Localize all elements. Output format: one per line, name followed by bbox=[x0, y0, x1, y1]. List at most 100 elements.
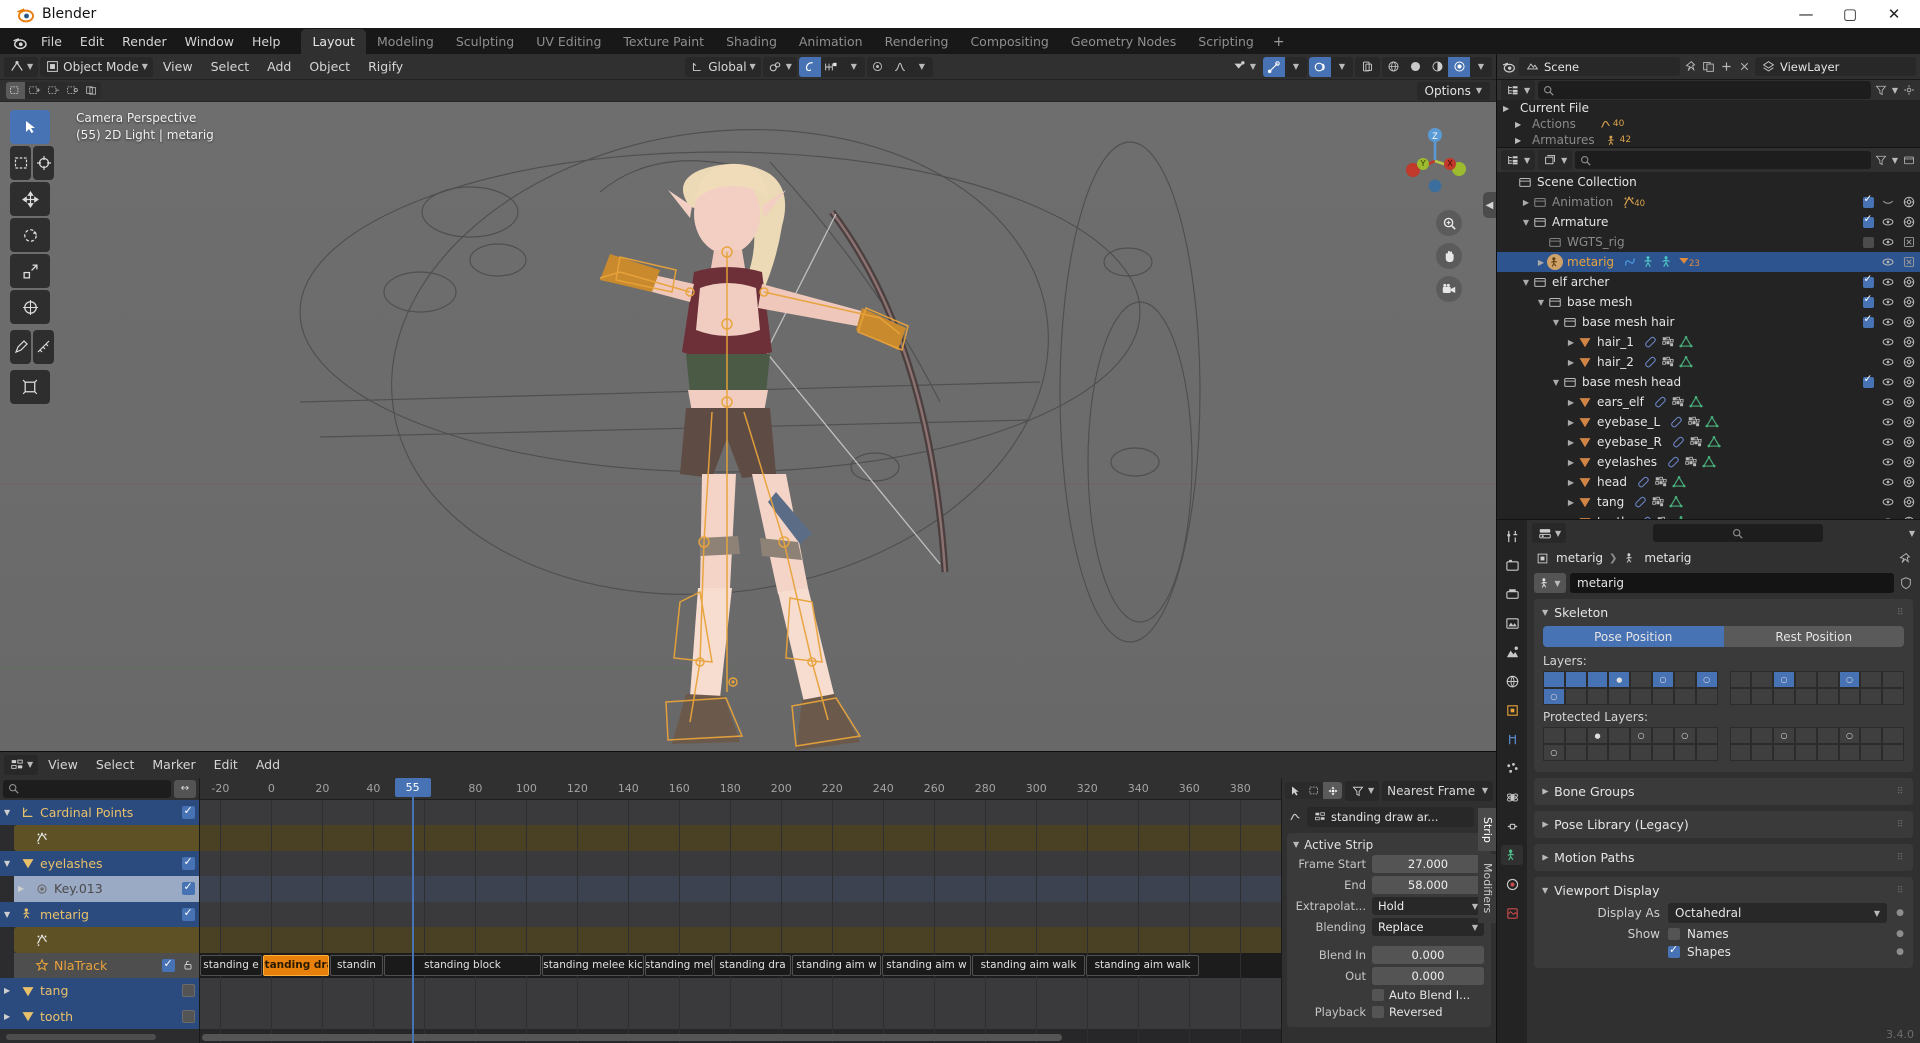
protected-layer-cell[interactable] bbox=[1729, 727, 1752, 744]
tool-rotate[interactable] bbox=[10, 218, 50, 252]
camera-icon[interactable] bbox=[1902, 295, 1916, 309]
expand-triangle-icon[interactable]: ▶ bbox=[1565, 498, 1577, 507]
expand-triangle-icon[interactable]: ▶ bbox=[4, 986, 15, 995]
mesh-data-icon[interactable] bbox=[1661, 335, 1675, 349]
outliner-row[interactable]: Scene Collection bbox=[1497, 172, 1920, 192]
strip-prop-field[interactable]: Hold ▼ bbox=[1372, 897, 1484, 915]
pin-id-icon[interactable] bbox=[1897, 551, 1912, 566]
nla-strip[interactable]: standing aim walk bbox=[972, 954, 1085, 976]
editor-type-selector[interactable]: ▼ bbox=[4, 56, 39, 77]
add-workspace-button[interactable]: + bbox=[1265, 30, 1293, 54]
protected-layer-cell[interactable] bbox=[1608, 727, 1631, 744]
viewport-nav-gizmo[interactable]: Z Y X bbox=[1398, 124, 1472, 198]
nla-menu-edit[interactable]: Edit bbox=[206, 755, 246, 775]
bone-layer-cell[interactable] bbox=[1816, 671, 1839, 688]
exclude-checkbox[interactable] bbox=[1863, 213, 1874, 228]
outliner-row[interactable]: ▶ ears_elf bbox=[1497, 392, 1920, 412]
camera-icon[interactable] bbox=[1902, 215, 1916, 229]
nla-snapping-selector[interactable]: Nearest Frame ▼ bbox=[1382, 780, 1493, 801]
eye-icon[interactable] bbox=[1881, 495, 1895, 509]
pan-view-hand-icon[interactable] bbox=[1436, 243, 1462, 269]
tool-scale[interactable] bbox=[10, 254, 50, 288]
protected-layer-cell[interactable] bbox=[1543, 744, 1565, 761]
expand-triangle-icon[interactable]: ▶ bbox=[1520, 198, 1532, 207]
protected-layer-cell[interactable] bbox=[1608, 744, 1631, 761]
nla-strip[interactable]: standing dra bbox=[263, 954, 329, 976]
protected-layer-cell[interactable] bbox=[1794, 727, 1817, 744]
expand-triangle-icon[interactable]: ▶ bbox=[1565, 338, 1577, 347]
tab-animation[interactable]: Animation bbox=[788, 29, 874, 54]
outliner-row[interactable]: ▼ elf archer bbox=[1497, 272, 1920, 292]
exclude-checkbox[interactable] bbox=[1863, 273, 1874, 288]
nla-lane[interactable] bbox=[200, 876, 1281, 902]
protected-layer-cell[interactable] bbox=[1816, 727, 1839, 744]
nla-strip[interactable]: standing aim w bbox=[882, 954, 971, 976]
bone-layer-cell[interactable] bbox=[1816, 688, 1839, 705]
camera-icon[interactable] bbox=[1902, 495, 1916, 509]
expand-triangle-icon[interactable]: ▶ bbox=[18, 884, 29, 893]
nla-editor-type-selector[interactable]: ▼ bbox=[4, 754, 39, 775]
mesh-data-icon[interactable] bbox=[1651, 495, 1665, 509]
nla-strip[interactable]: standing aim w bbox=[792, 954, 881, 976]
expand-triangle-icon[interactable]: ▶ bbox=[1565, 358, 1577, 367]
action-icon[interactable]: 40 bbox=[1622, 195, 1645, 209]
select-set-mode[interactable] bbox=[6, 82, 25, 99]
camera-icon[interactable] bbox=[1902, 375, 1916, 389]
protected-layer-cell[interactable] bbox=[1882, 727, 1904, 744]
mesh-green-icon[interactable] bbox=[1669, 495, 1683, 509]
viewport-menu-rigify[interactable]: Rigify bbox=[360, 57, 411, 77]
modifier-icon[interactable] bbox=[1666, 455, 1680, 469]
protected-layer-cell[interactable] bbox=[1773, 744, 1795, 761]
mesh-data-icon[interactable] bbox=[1661, 355, 1675, 369]
bone-layer-cell[interactable] bbox=[1608, 671, 1631, 688]
camera-icon[interactable] bbox=[1902, 415, 1916, 429]
strip-prop-field[interactable]: 0.000 bbox=[1372, 967, 1484, 985]
outliner-row[interactable]: WGTS_rig bbox=[1497, 232, 1920, 252]
nla-menu-select[interactable]: Select bbox=[88, 755, 143, 775]
mesh-data-icon[interactable] bbox=[1684, 455, 1698, 469]
expand-triangle-icon[interactable]: ▶ bbox=[1515, 136, 1527, 145]
gizmo-toggle[interactable] bbox=[1263, 56, 1285, 77]
mesh-green-icon[interactable] bbox=[1679, 355, 1693, 369]
shading-chevron[interactable]: ▼ bbox=[1470, 57, 1492, 77]
protected-layer-cell[interactable] bbox=[1751, 727, 1774, 744]
mesh-green-icon[interactable] bbox=[1705, 415, 1719, 429]
bone-groups-panel[interactable]: ▼ Bone Groups ⠿ bbox=[1534, 778, 1913, 805]
tab-physics[interactable] bbox=[1501, 787, 1523, 807]
playhead[interactable]: 55 bbox=[394, 777, 431, 1043]
select-intersect-mode[interactable] bbox=[82, 82, 101, 99]
tab-object-data[interactable] bbox=[1501, 845, 1523, 865]
exclude-checkbox[interactable] bbox=[1863, 236, 1874, 248]
eye-icon[interactable] bbox=[1881, 235, 1895, 249]
viewport-canvas[interactable]: Camera Perspective (55) 2D Light | metar… bbox=[0, 102, 1496, 751]
strip-prop-checkbox[interactable] bbox=[1372, 989, 1384, 1001]
tool-add-cube[interactable] bbox=[10, 370, 50, 404]
nla-lane[interactable] bbox=[200, 1003, 1281, 1029]
show-names-checkbox[interactable] bbox=[1668, 928, 1680, 940]
nla-lane[interactable] bbox=[200, 850, 1281, 876]
tab-rendering[interactable]: Rendering bbox=[874, 29, 960, 54]
active-strip-panel-title[interactable]: ▼ Active Strip ⠿ bbox=[1287, 836, 1491, 854]
bone-layer-cell[interactable] bbox=[1882, 671, 1904, 688]
expand-triangle-icon[interactable]: ▶ bbox=[1565, 398, 1577, 407]
close-button[interactable]: ✕ bbox=[1872, 0, 1916, 28]
nla-menu-marker[interactable]: Marker bbox=[144, 755, 203, 775]
nla-strip-area[interactable]: -200204060801001201401601802002202402602… bbox=[200, 777, 1281, 1043]
tab-texture-paint[interactable]: Texture Paint bbox=[612, 29, 715, 54]
expand-triangle-icon[interactable]: ▼ bbox=[1520, 218, 1532, 227]
overlays-chevron[interactable]: ▼ bbox=[1331, 57, 1353, 77]
expand-triangle-icon[interactable]: ▼ bbox=[1550, 378, 1562, 387]
eye-icon[interactable] bbox=[1881, 255, 1895, 269]
strip-prop-field[interactable]: 58.000 bbox=[1372, 876, 1484, 894]
outliner-row[interactable]: ▼ base mesh head bbox=[1497, 372, 1920, 392]
camera-icon[interactable] bbox=[1902, 275, 1916, 289]
motion-paths-panel[interactable]: ▼ Motion Paths ⠿ bbox=[1534, 844, 1913, 871]
nla-channel-row[interactable]: ▼ eyelashes bbox=[0, 850, 199, 876]
scene-selector[interactable]: Scene bbox=[1519, 57, 1680, 76]
nla-strip[interactable]: standin bbox=[330, 954, 383, 976]
viewport-menu-add[interactable]: Add bbox=[259, 57, 299, 77]
tab-world[interactable] bbox=[1501, 671, 1523, 691]
properties-editor-type-selector[interactable]: ▼ bbox=[1532, 523, 1567, 543]
nla-strip-name-field[interactable]: standing draw ar... bbox=[1307, 806, 1474, 827]
bone-layer-cell[interactable] bbox=[1695, 671, 1718, 688]
